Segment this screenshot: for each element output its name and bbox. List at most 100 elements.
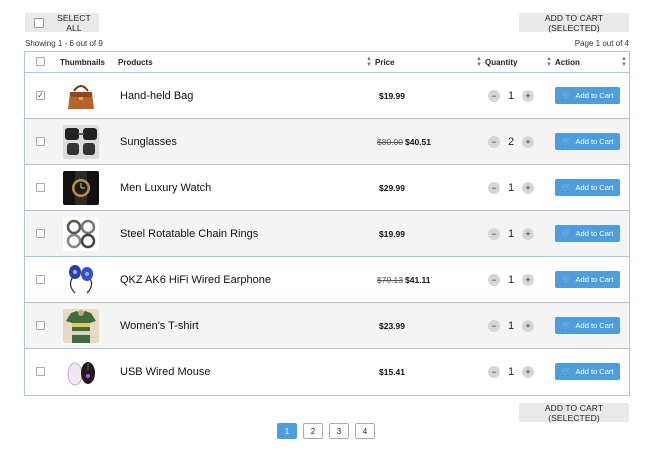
increase-quantity-button[interactable]: + xyxy=(522,366,534,378)
product-name[interactable]: Women's T-shirt xyxy=(120,303,199,349)
product-name[interactable]: Sunglasses xyxy=(120,119,177,165)
product-price: $29.99 xyxy=(377,165,405,211)
cart-icon: 🛒 xyxy=(561,275,572,284)
quantity-stepper: − 1 + xyxy=(488,349,534,395)
add-to-cart-button[interactable]: 🛒 Add to Cart xyxy=(555,363,620,380)
page-info: Page 1 out of 4 xyxy=(574,39,629,48)
increase-quantity-button[interactable]: + xyxy=(522,90,534,102)
select-all-button[interactable]: SELECT ALL xyxy=(25,13,99,33)
pagination: 1 2 3 4 xyxy=(277,423,381,439)
watch-icon xyxy=(63,171,99,205)
page-button[interactable]: 1 xyxy=(277,423,297,439)
table-row: ✓ Hand-held Bag $19.99 − 1 + 🛒 Add to Car… xyxy=(25,73,629,119)
handbag-icon xyxy=(63,79,99,113)
quantity-stepper: − 1 + xyxy=(488,165,534,211)
current-price: $41.11 xyxy=(405,275,431,285)
current-price: $15.41 xyxy=(379,367,405,377)
row-checkbox[interactable] xyxy=(36,275,45,284)
page-button[interactable]: 2 xyxy=(303,423,323,439)
product-name[interactable]: Hand-held Bag xyxy=(120,73,193,119)
header-checkbox[interactable] xyxy=(36,57,45,66)
th-price[interactable]: Price xyxy=(375,52,395,72)
sort-quantity-icon[interactable]: ▲ ▼ xyxy=(546,56,552,68)
product-name[interactable]: Steel Rotatable Chain Rings xyxy=(120,211,258,257)
add-to-cart-label: Add to Cart xyxy=(575,183,614,192)
sunglasses-icon xyxy=(63,125,99,159)
row-checkbox[interactable]: ✓ xyxy=(36,91,45,100)
product-name[interactable]: QKZ AK6 HiFi Wired Earphone xyxy=(120,257,271,303)
quantity-value[interactable]: 1 xyxy=(500,366,522,378)
rings-icon xyxy=(63,217,99,251)
product-name[interactable]: USB Wired Mouse xyxy=(120,349,210,395)
add-to-cart-button[interactable]: 🛒 Add to Cart xyxy=(555,87,620,104)
decrease-quantity-button[interactable]: − xyxy=(488,366,500,378)
row-checkbox[interactable] xyxy=(36,229,45,238)
current-price: $40.51 xyxy=(405,137,431,147)
th-thumbnails: Thumbnails xyxy=(60,57,105,67)
increase-quantity-button[interactable]: + xyxy=(522,228,534,240)
quantity-value[interactable]: 1 xyxy=(500,320,522,332)
table-row: Sunglasses $80.00 $40.51 − 2 + 🛒 Add to Ca… xyxy=(25,119,629,165)
cart-icon: 🛒 xyxy=(561,91,572,100)
product-price: $70.13 $41.11 xyxy=(377,257,431,303)
quantity-stepper: − 1 + xyxy=(488,211,534,257)
showing-count: Showing 1 - 6 out of 9 xyxy=(25,39,103,48)
add-to-cart-button[interactable]: 🛒 Add to Cart xyxy=(555,179,620,196)
th-quantity[interactable]: Quantity xyxy=(485,52,517,72)
cart-icon: 🛒 xyxy=(561,137,572,146)
page-button[interactable]: 4 xyxy=(355,423,375,439)
add-to-cart-selected-bottom-button[interactable]: ADD TO CART (SELECTED) xyxy=(519,403,629,423)
row-checkbox[interactable] xyxy=(36,367,45,376)
current-price: $29.99 xyxy=(379,183,405,193)
current-price: $23.99 xyxy=(379,321,405,331)
decrease-quantity-button[interactable]: − xyxy=(488,228,500,240)
decrease-quantity-button[interactable]: − xyxy=(488,90,500,102)
current-price: $19.99 xyxy=(379,91,405,101)
decrease-quantity-button[interactable]: − xyxy=(488,320,500,332)
sort-action-icon[interactable]: ▲ ▼ xyxy=(621,56,627,68)
tshirt-icon xyxy=(63,309,99,343)
table-row: Men Luxury Watch $29.99 − 1 + 🛒 Add to Ca… xyxy=(25,165,629,211)
sort-price-icon[interactable]: ▲ ▼ xyxy=(476,56,482,68)
increase-quantity-button[interactable]: + xyxy=(522,136,534,148)
add-to-cart-label: Add to Cart xyxy=(575,275,614,284)
increase-quantity-button[interactable]: + xyxy=(522,320,534,332)
product-name[interactable]: Men Luxury Watch xyxy=(120,165,211,211)
decrease-quantity-button[interactable]: − xyxy=(488,274,500,286)
quantity-stepper: − 2 + xyxy=(488,119,534,165)
increase-quantity-button[interactable]: + xyxy=(522,274,534,286)
add-to-cart-button[interactable]: 🛒 Add to Cart xyxy=(555,317,620,334)
page-button[interactable]: 3 xyxy=(329,423,349,439)
quantity-value[interactable]: 1 xyxy=(500,90,522,102)
quantity-value[interactable]: 1 xyxy=(500,182,522,194)
sort-products-icon[interactable]: ▲ ▼ xyxy=(366,56,372,68)
select-all-checkbox[interactable] xyxy=(34,17,44,28)
row-checkbox[interactable] xyxy=(36,137,45,146)
decrease-quantity-button[interactable]: − xyxy=(488,182,500,194)
add-to-cart-button[interactable]: 🛒 Add to Cart xyxy=(555,225,620,242)
quantity-value[interactable]: 1 xyxy=(500,228,522,240)
table-row: Steel Rotatable Chain Rings $19.99 − 1 +… xyxy=(25,211,629,257)
table-header: Thumbnails Products ▲ ▼ Price ▲ ▼ Quantity… xyxy=(25,52,629,73)
th-products[interactable]: Products xyxy=(118,52,153,72)
cart-icon: 🛒 xyxy=(561,183,572,192)
add-to-cart-label: Add to Cart xyxy=(575,321,614,330)
earphone-icon xyxy=(63,263,99,297)
row-checkbox[interactable] xyxy=(36,183,45,192)
old-price: $70.13 xyxy=(377,275,403,285)
add-to-cart-label: Add to Cart xyxy=(575,91,614,100)
add-to-cart-button[interactable]: 🛒 Add to Cart xyxy=(555,271,620,288)
decrease-quantity-button[interactable]: − xyxy=(488,136,500,148)
quantity-value[interactable]: 2 xyxy=(500,136,522,148)
quantity-stepper: − 1 + xyxy=(488,257,534,303)
th-action[interactable]: Action xyxy=(555,52,580,72)
quantity-value[interactable]: 1 xyxy=(500,274,522,286)
product-table: Thumbnails Products ▲ ▼ Price ▲ ▼ Quantity… xyxy=(24,51,630,396)
row-checkbox[interactable] xyxy=(36,321,45,330)
product-price: $19.99 xyxy=(377,73,405,119)
add-to-cart-label: Add to Cart xyxy=(575,137,614,146)
increase-quantity-button[interactable]: + xyxy=(522,182,534,194)
add-to-cart-button[interactable]: 🛒 Add to Cart xyxy=(555,133,620,150)
add-to-cart-selected-top-button[interactable]: ADD TO CART (SELECTED) xyxy=(519,13,629,33)
cart-icon: 🛒 xyxy=(561,367,572,376)
